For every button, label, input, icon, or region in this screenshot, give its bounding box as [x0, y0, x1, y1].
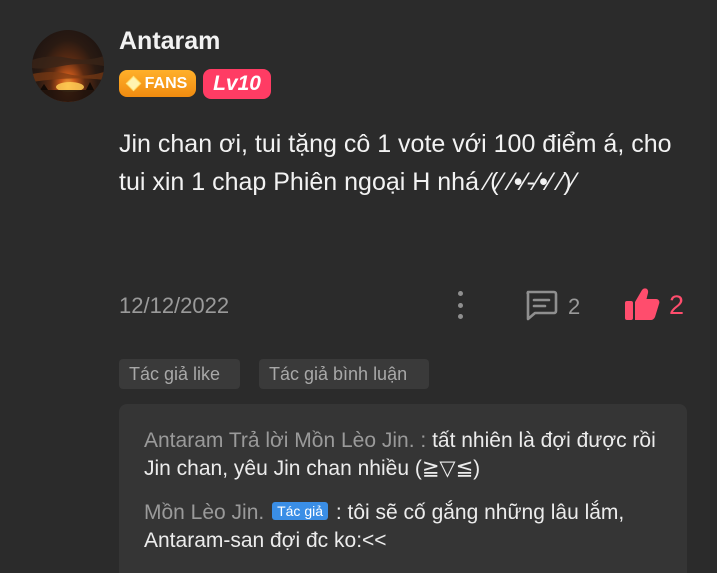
avatar[interactable] [32, 30, 104, 102]
author-badge: Tác giả [272, 502, 329, 520]
replies-container: Antaram Trả lời Mồn Lèo Jin. : tất nhiên… [119, 404, 687, 573]
diamond-icon [125, 75, 141, 92]
reply-item[interactable]: Mồn Lèo Jin. Tác giả : tôi sẽ cố gắng nh… [144, 499, 664, 555]
thumbs-up-icon[interactable] [624, 287, 660, 321]
comment-meta-row: 12/12/2022 2 2 [0, 285, 717, 325]
fans-badge: FANS [119, 70, 196, 97]
avatar-sunset-image [32, 56, 104, 102]
comment-card: Antaram FANS Lv10 Jin chan ơi, tui tặng … [0, 0, 717, 573]
level-badge: Lv10 [203, 69, 271, 99]
username[interactable]: Antaram [119, 27, 220, 56]
reply-author[interactable]: Antaram Trả lời Mồn Lèo Jin. : [144, 429, 426, 452]
reply-count: 2 [568, 294, 581, 319]
like-count: 2 [669, 290, 685, 320]
comment-date: 12/12/2022 [119, 293, 230, 318]
reply-author[interactable]: Mồn Lèo Jin. [144, 501, 264, 524]
more-vertical-icon[interactable] [452, 291, 468, 319]
fans-badge-label: FANS [144, 74, 188, 92]
author-replied-tag: Tác giả bình luận [259, 359, 429, 389]
comment-body: Jin chan ơi, tui tặng cô 1 vote với 100 … [119, 130, 672, 196]
reply-item[interactable]: Antaram Trả lời Mồn Lèo Jin. : tất nhiên… [144, 427, 664, 483]
author-liked-tag: Tác giả like [119, 359, 240, 389]
comment-icon[interactable] [524, 289, 558, 321]
